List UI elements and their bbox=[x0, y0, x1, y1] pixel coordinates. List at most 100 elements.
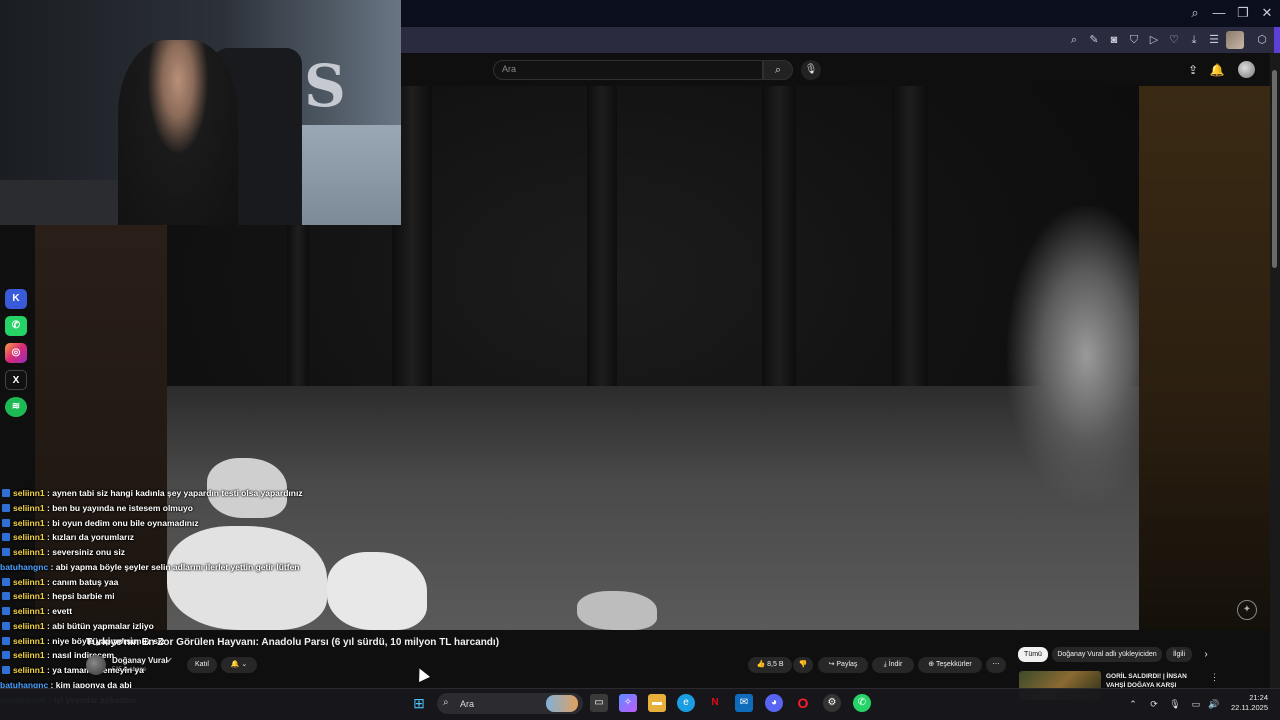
profile-avatar[interactable] bbox=[1226, 31, 1244, 49]
scrollbar-thumb[interactable] bbox=[1272, 70, 1277, 268]
chat-username: seliinn1 bbox=[13, 591, 45, 602]
streamer bbox=[118, 40, 238, 225]
channel-avatar[interactable] bbox=[86, 655, 106, 675]
mic-tray-icon[interactable]: 🎙 bbox=[1169, 698, 1181, 710]
kick-badge-icon bbox=[2, 533, 10, 542]
edit-icon[interactable]: ✎ bbox=[1086, 33, 1102, 47]
kick-badge-icon bbox=[2, 607, 10, 615]
chip-related[interactable]: İlgili bbox=[1166, 647, 1192, 662]
join-button[interactable]: Katıl bbox=[187, 657, 217, 673]
steam-icon[interactable]: ⚙ bbox=[823, 694, 841, 712]
restore-button[interactable]: ❐ bbox=[1232, 4, 1254, 22]
search-highlight-icon[interactable] bbox=[546, 695, 578, 712]
user-avatar[interactable] bbox=[1238, 61, 1255, 78]
copilot-icon[interactable]: ✧ bbox=[619, 694, 637, 712]
display-icon[interactable]: ▭ bbox=[1190, 698, 1202, 710]
camera-icon[interactable]: ◙ bbox=[1106, 33, 1122, 47]
chat-message: seliinn1 : kızları da yorumlarız bbox=[0, 530, 330, 545]
verified-icon: ✔ bbox=[166, 656, 173, 665]
instagram-icon: ◎ bbox=[5, 343, 27, 363]
chat-text: abi yapma böyle şeyler selin adlarını il… bbox=[55, 561, 300, 572]
chevron-up-icon[interactable]: ⌃ bbox=[1127, 698, 1139, 710]
chat-username: seliinn1 bbox=[13, 502, 45, 513]
chat-message: seliinn1 : ya tamam izlemeyin ya bbox=[0, 663, 330, 678]
thanks-icon: ⊕ bbox=[928, 661, 936, 668]
minimize-button[interactable]: — bbox=[1208, 4, 1230, 22]
dislike-icon: 👎 bbox=[798, 661, 808, 668]
kick-badge-icon bbox=[2, 577, 10, 586]
like-button[interactable]: 👍 8,5 B bbox=[748, 657, 792, 673]
search-button[interactable]: ⌕ bbox=[763, 60, 793, 80]
sync-icon[interactable]: ⟳ bbox=[1148, 698, 1160, 710]
bell-dropdown-button[interactable]: 🔔 ⌄ bbox=[221, 657, 257, 673]
menu-icon[interactable]: ☰ bbox=[1206, 33, 1222, 47]
close-button[interactable]: ✕ bbox=[1256, 4, 1278, 22]
like-icon: 👍 bbox=[756, 661, 768, 668]
x-icon: X bbox=[5, 370, 27, 390]
more-button[interactable]: ⋯ bbox=[986, 657, 1006, 673]
chat-text: ben bu yayında ne istesem olmuyo bbox=[52, 502, 193, 513]
search-icon[interactable]: ⌕ bbox=[1066, 33, 1082, 47]
chat-username: seliinn1 bbox=[13, 665, 45, 675]
chat-text: kızları da yorumlarız bbox=[52, 532, 134, 543]
opera-icon[interactable]: O bbox=[794, 694, 812, 712]
share-button[interactable]: ↪ Paylaş bbox=[818, 657, 868, 673]
chat-text: hepsi barbie mi bbox=[52, 591, 115, 602]
file-explorer-icon[interactable]: ▬ bbox=[648, 694, 666, 712]
shield-icon[interactable]: ⛉ bbox=[1126, 33, 1142, 47]
whatsapp-icon: ✆ bbox=[5, 316, 27, 336]
chat-message: seliinn1 : bi oyun dedim onu bile oynama… bbox=[0, 516, 330, 531]
download-icon[interactable]: ⤓ bbox=[1186, 33, 1202, 47]
discord-icon[interactable]: ◕ bbox=[765, 694, 783, 712]
search-icon[interactable]: ⌕ bbox=[1184, 4, 1206, 22]
heart-icon[interactable]: ♡ bbox=[1166, 33, 1182, 47]
taskbar-clock[interactable]: 21:24 22.11.2025 bbox=[1224, 693, 1268, 713]
thanks-button[interactable]: ⊕ Teşekkürler bbox=[918, 657, 982, 673]
webcam-wall-letter: S bbox=[304, 52, 346, 120]
chat-username: seliinn1 bbox=[13, 576, 45, 587]
chat-username: seliinn1 bbox=[13, 488, 45, 498]
chat-message: batuhangnc : abi yapma böyle şeyler seli… bbox=[0, 561, 300, 572]
kick-badge-icon bbox=[2, 518, 10, 527]
rock bbox=[327, 552, 427, 630]
thanks-label: Teşekkürler bbox=[935, 661, 972, 668]
spotify-icon: ≋ bbox=[5, 397, 27, 417]
volume-icon[interactable]: 🔊 bbox=[1208, 698, 1220, 710]
dislike-button[interactable]: 👎 bbox=[793, 657, 813, 673]
play-icon[interactable]: ▷ bbox=[1146, 33, 1162, 47]
kebab-menu-icon[interactable]: ⋮ bbox=[1210, 672, 1219, 683]
mic-icon[interactable]: 🎙 bbox=[801, 60, 821, 80]
kick-badge-icon bbox=[2, 666, 10, 674]
chat-username: seliinn1 bbox=[13, 650, 45, 661]
chat-message: seliinn1 : aynen tabi siz hangi kadınla … bbox=[0, 486, 330, 501]
download-button[interactable]: ⤓ İndir bbox=[872, 657, 914, 673]
whatsapp-taskbar-icon[interactable]: ✆ bbox=[853, 694, 871, 712]
bell-icon[interactable]: 🔔 bbox=[1209, 62, 1225, 78]
chip-uploads[interactable]: Doğanay Vural adlı yükleyiciden bbox=[1052, 647, 1162, 662]
chat-text: canım batuş yaa bbox=[52, 576, 119, 587]
subscriber-count: 525 B abone bbox=[112, 667, 147, 673]
kick-badge-icon bbox=[2, 636, 10, 645]
chat-message: seliinn1 : hepsi barbie mi bbox=[0, 589, 330, 604]
webcam-overlay: S bbox=[0, 0, 401, 225]
chevron-right-icon[interactable]: › bbox=[1196, 647, 1216, 662]
channel-name[interactable]: Doğanay Vural bbox=[112, 656, 168, 665]
extension-icon[interactable]: ⬡ bbox=[1254, 33, 1270, 47]
mail-icon[interactable]: ✉ bbox=[735, 694, 753, 712]
start-icon[interactable]: ⊞ bbox=[410, 694, 428, 712]
tree-trunk bbox=[762, 86, 796, 416]
netflix-icon[interactable]: N bbox=[706, 694, 724, 712]
like-count: 8,5 B bbox=[767, 661, 784, 668]
chat-text: abi bütün yapmalar izliyo bbox=[52, 620, 154, 631]
screen: ⌕ — ❐ ✕ ⌕ ✎ ◙ ⛉ ▷ ♡ ⤓ ☰ ⬡ Ara ⌕ 🎙 ⇪ 🔔 ✦ bbox=[0, 0, 1280, 720]
search-input[interactable] bbox=[493, 60, 763, 80]
chip-all[interactable]: Tümü bbox=[1018, 647, 1048, 662]
upload-icon[interactable]: ⇪ bbox=[1185, 62, 1201, 78]
chat-username: seliinn1 bbox=[13, 620, 45, 631]
clock-date: 22.11.2025 bbox=[1231, 703, 1268, 712]
edge-icon[interactable]: e bbox=[677, 694, 695, 712]
chat-username: seliinn1 bbox=[13, 532, 45, 543]
rock bbox=[577, 591, 657, 630]
channel-watermark-icon[interactable]: ✦ bbox=[1237, 600, 1257, 620]
task-view-icon[interactable]: ▭ bbox=[590, 694, 608, 712]
